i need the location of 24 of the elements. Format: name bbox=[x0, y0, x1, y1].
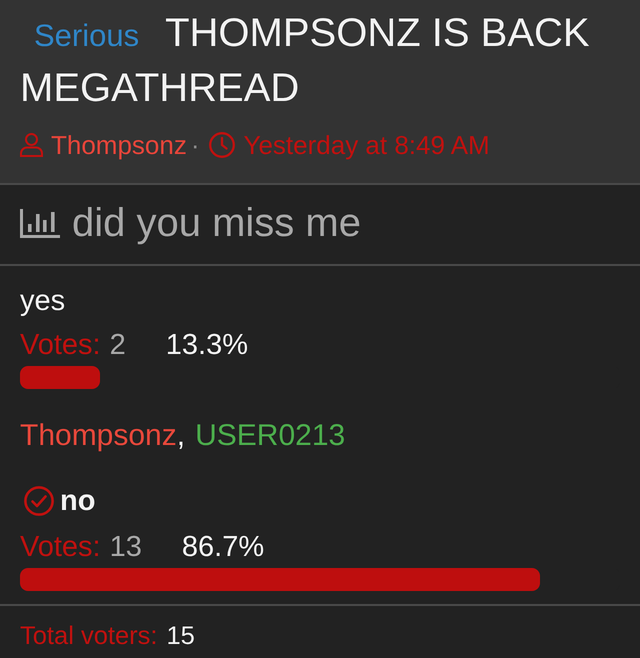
option-label: yes bbox=[20, 284, 66, 319]
total-voters-count: 15 bbox=[166, 621, 195, 652]
total-voters-label: Total voters: bbox=[20, 621, 158, 652]
comma-separator: , bbox=[176, 418, 186, 454]
post-time[interactable]: Yesterday at 8:49 AM bbox=[244, 128, 490, 162]
votes-count: 2 bbox=[110, 328, 126, 363]
thread-prefix[interactable]: Serious bbox=[34, 8, 140, 63]
author-link[interactable]: Thompsonz bbox=[51, 128, 187, 162]
voter-link[interactable]: Thompsonz bbox=[20, 418, 177, 454]
poll-question: did you miss me bbox=[72, 200, 361, 247]
thread-title: MEGATHREAD bbox=[20, 65, 300, 112]
votes-label: Votes: bbox=[20, 328, 101, 363]
check-circle-icon bbox=[24, 486, 54, 516]
user-icon bbox=[20, 133, 43, 157]
votes-label: Votes: bbox=[20, 530, 101, 565]
vote-percent: 13.3% bbox=[166, 328, 248, 363]
thread-title: THOMPSONZ IS BACK bbox=[165, 10, 590, 57]
votes-count: 13 bbox=[110, 530, 142, 565]
option-label: no bbox=[60, 484, 96, 519]
clock-icon bbox=[208, 132, 235, 158]
vote-percent: 86.7% bbox=[182, 530, 264, 565]
meta-separator: · bbox=[190, 129, 200, 162]
bar-chart-icon bbox=[20, 208, 60, 238]
voter-link[interactable]: USER0213 bbox=[195, 418, 346, 454]
